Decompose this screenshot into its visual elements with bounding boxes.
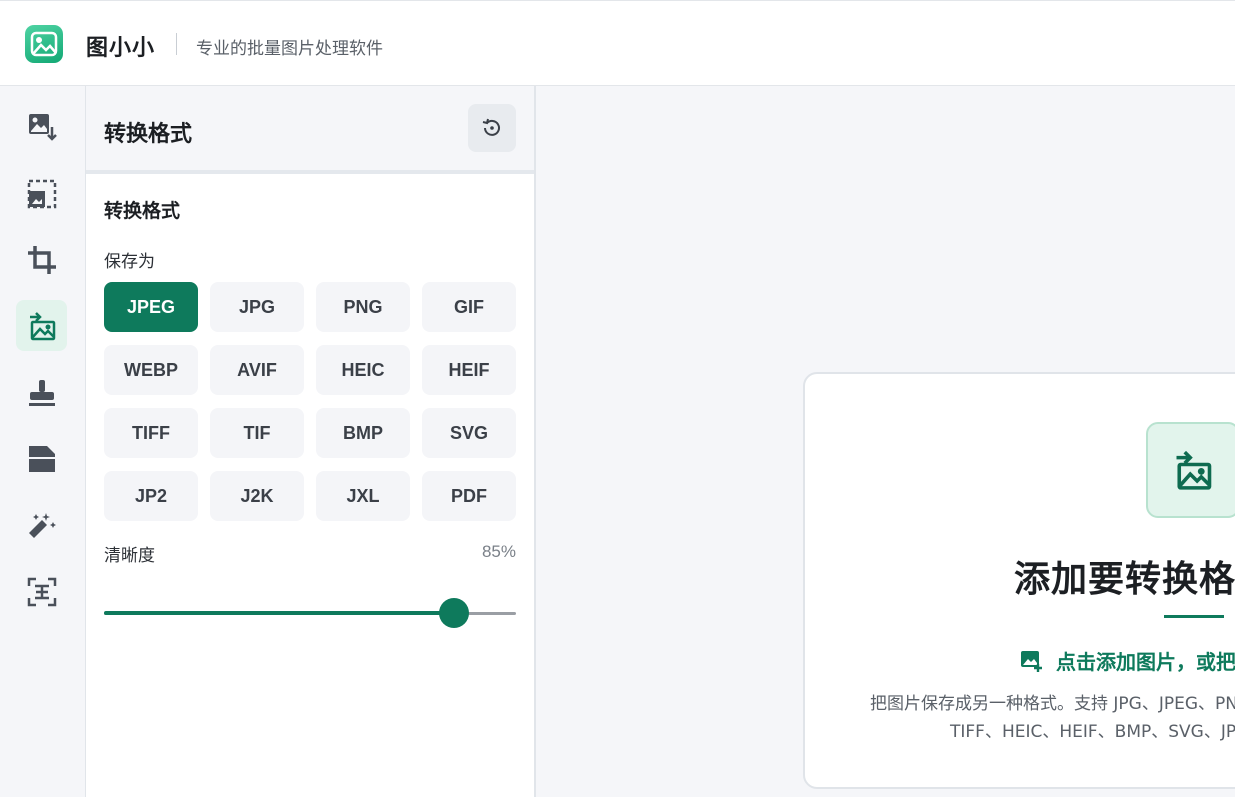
drop-description-line2: TIFF、HEIC、HEIF、BMP、SVG、JP2、J2K、JXL、PDF	[950, 722, 1235, 742]
image-compress-icon	[28, 113, 57, 141]
image-resize-icon	[27, 179, 56, 208]
file-icon	[28, 445, 55, 472]
add-images-text: 点击添加图片，或把图片拖到这里	[1056, 650, 1235, 674]
header-divider	[176, 33, 177, 55]
image-convert-icon	[29, 311, 55, 340]
rail-item-compress[interactable]	[16, 101, 67, 152]
format-button-tif[interactable]: TIF	[210, 408, 304, 458]
rail-item-ocr[interactable]	[16, 566, 67, 617]
settings-panel: 转换格式 转换格式 保存为 JPEG JPG PNG GIF WEBP AVIF HEIC H…	[86, 86, 536, 797]
format-button-svg[interactable]: SVG	[422, 408, 516, 458]
format-button-heic[interactable]: HEIC	[316, 345, 410, 395]
save-as-label: 保存为	[104, 252, 155, 272]
slider-thumb[interactable]	[439, 598, 470, 628]
rail-item-crop[interactable]	[16, 234, 67, 285]
app-name: 图小小	[86, 36, 156, 61]
panel-title: 转换格式	[104, 122, 193, 147]
rail-item-resize[interactable]	[16, 168, 67, 219]
format-grid: JPEG JPG PNG GIF WEBP AVIF HEIC HEIF TIFF TIF BMP S…	[104, 282, 516, 521]
rail-item-watermark[interactable]	[16, 367, 67, 418]
main-area: 添加要转换格式的图片 点击添加图片，或把图片拖到这里 把图片保存成另一种格式。支…	[536, 86, 1235, 797]
drop-zone[interactable]: 添加要转换格式的图片 点击添加图片，或把图片拖到这里 把图片保存成另一种格式。支…	[803, 372, 1235, 789]
drop-title-underline	[1164, 615, 1224, 618]
drop-description-line1: 把图片保存成另一种格式。支持 JPG、JPEG、PNG、GIF、WEBP、AVI…	[870, 694, 1235, 714]
rail-item-enhance[interactable]	[16, 499, 67, 550]
app-logo-icon	[25, 25, 63, 63]
format-button-pdf[interactable]: PDF	[422, 471, 516, 521]
rail-item-convert[interactable]	[16, 300, 67, 351]
add-images-link[interactable]: 点击添加图片，或把图片拖到这里	[1020, 646, 1235, 675]
format-button-avif[interactable]: AVIF	[210, 345, 304, 395]
magic-wand-icon	[28, 512, 56, 538]
tool-rail	[0, 86, 86, 797]
reset-button[interactable]	[468, 104, 516, 152]
rail-item-file[interactable]	[16, 433, 67, 484]
format-button-png[interactable]: PNG	[316, 282, 410, 332]
format-button-tiff[interactable]: TIFF	[104, 408, 198, 458]
drop-title: 添加要转换格式的图片	[1014, 559, 1235, 600]
scan-text-icon	[27, 577, 56, 606]
section-title: 转换格式	[104, 200, 181, 222]
format-button-webp[interactable]: WEBP	[104, 345, 198, 395]
panel-header: 转换格式	[86, 86, 534, 174]
app-subtitle: 专业的批量图片处理软件	[196, 39, 383, 59]
format-button-bmp[interactable]: BMP	[316, 408, 410, 458]
crop-icon	[27, 245, 56, 274]
app-header: 图小小 专业的批量图片处理软件	[0, 0, 1235, 86]
clarity-label: 清晰度	[104, 546, 155, 566]
clarity-slider[interactable]	[104, 598, 516, 628]
format-button-j2k[interactable]: J2K	[210, 471, 304, 521]
format-button-jpg[interactable]: JPG	[210, 282, 304, 332]
format-button-gif[interactable]: GIF	[422, 282, 516, 332]
format-button-jp2[interactable]: JP2	[104, 471, 198, 521]
slider-fill	[104, 611, 455, 615]
format-button-jxl[interactable]: JXL	[316, 471, 410, 521]
clarity-value: 85%	[481, 542, 516, 561]
add-image-icon	[1021, 650, 1042, 672]
format-button-jpeg[interactable]: JPEG	[104, 282, 198, 332]
format-button-heif[interactable]: HEIF	[422, 345, 516, 395]
history-icon	[482, 118, 500, 136]
image-convert-icon	[1146, 422, 1235, 518]
stamp-icon	[28, 379, 55, 406]
